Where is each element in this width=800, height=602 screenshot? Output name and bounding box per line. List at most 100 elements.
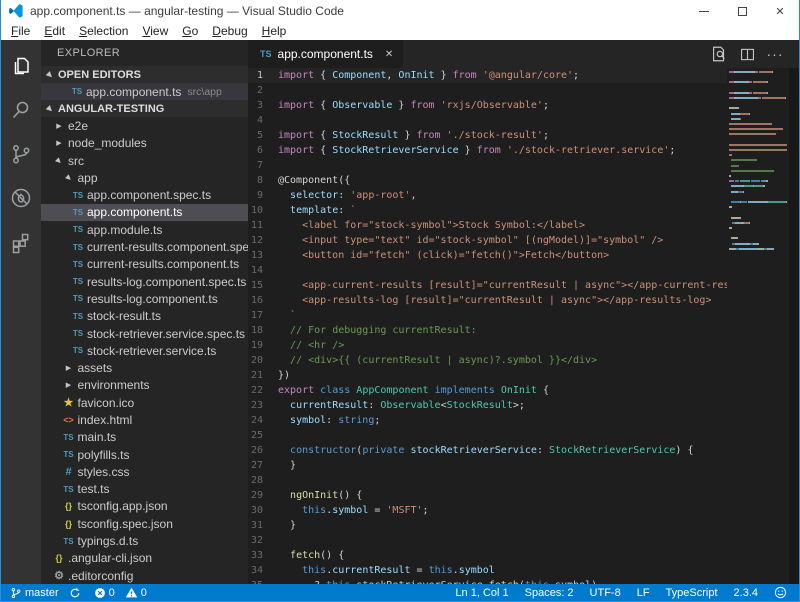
menu-item-selection[interactable]: Selection xyxy=(72,24,135,38)
indentation-setting[interactable]: Spaces: 2 xyxy=(517,587,582,599)
tree-item-app-component-spec-ts[interactable]: TSapp.component.spec.ts xyxy=(41,186,248,203)
code-content[interactable]: 1import { Component, OnInit } from '@ang… xyxy=(248,68,727,584)
code-line-26[interactable]: 26 constructor(private stockRetrieverSer… xyxy=(248,443,727,458)
cursor-position[interactable]: Ln 1, Col 1 xyxy=(447,587,516,599)
git-branch-indicator[interactable]: master xyxy=(1,587,64,599)
code-line-35[interactable]: 35 ? this.stockRetrieverService.fetch(th… xyxy=(248,578,727,584)
tree-item-main-ts[interactable]: TSmain.ts xyxy=(41,429,248,446)
code-line-25[interactable]: 25 xyxy=(248,428,727,443)
tree-folder-src[interactable]: ▶src xyxy=(41,152,248,169)
code-line-12[interactable]: 12 <input type="text" id="stock-symbol" … xyxy=(248,233,727,248)
sync-button[interactable] xyxy=(64,587,89,599)
tree-item-current-results-component-spec-ts[interactable]: TScurrent-results.component.spec.ts xyxy=(41,238,248,255)
code-line-8[interactable]: 8@Component({ xyxy=(248,173,727,188)
code-line-32[interactable]: 32 xyxy=(248,533,727,548)
open-editor-item[interactable]: TS app.component.ts src\app xyxy=(41,83,248,100)
code-line-33[interactable]: 33 fetch() { xyxy=(248,548,727,563)
code-line-17[interactable]: 17 ` xyxy=(248,308,727,323)
search-icon[interactable] xyxy=(1,88,41,132)
tree-folder-e2e[interactable]: ▶e2e xyxy=(41,117,248,134)
code-line-15[interactable]: 15 <app-current-results [result]="curren… xyxy=(248,278,727,293)
debug-icon[interactable] xyxy=(1,176,41,220)
warnings-indicator[interactable]: 0 xyxy=(120,586,152,599)
tree-item-results-log-component-ts[interactable]: TSresults-log.component.ts xyxy=(41,290,248,307)
code-line-24[interactable]: 24 symbol: string; xyxy=(248,413,727,428)
tree-item-editorconfig[interactable]: ⚙.editorconfig xyxy=(41,567,248,584)
source-control-icon[interactable] xyxy=(1,132,41,176)
code-line-4[interactable]: 4 xyxy=(248,113,727,128)
code-line-9[interactable]: 9 selector: 'app-root', xyxy=(248,188,727,203)
tree-item-current-results-component-ts[interactable]: TScurrent-results.component.ts xyxy=(41,256,248,273)
tree-item-angular-cli-json[interactable]: {}.angular-cli.json xyxy=(41,550,248,567)
split-editor-icon[interactable] xyxy=(733,40,761,68)
code-line-27[interactable]: 27 } xyxy=(248,458,727,473)
tree-item-tsconfig-app-json[interactable]: {}tsconfig.app.json xyxy=(41,498,248,515)
code-line-11[interactable]: 11 <label for="stock-symbol">Stock Symbo… xyxy=(248,218,727,233)
tree-item-stock-retriever-service-spec-ts[interactable]: TSstock-retriever.service.spec.ts xyxy=(41,325,248,342)
code-line-34[interactable]: 34 this.currentResult = this.symbol xyxy=(248,563,727,578)
code-line-7[interactable]: 7 xyxy=(248,158,727,173)
tree-folder-app[interactable]: ▶app xyxy=(41,169,248,186)
tree-item-tsconfig-spec-json[interactable]: {}tsconfig.spec.json xyxy=(41,515,248,532)
maximize-button[interactable] xyxy=(723,0,761,22)
tree-item-app-module-ts[interactable]: TSapp.module.ts xyxy=(41,221,248,238)
open-editors-header[interactable]: ▶ OPEN EDITORS xyxy=(41,66,248,83)
menu-item-go[interactable]: Go xyxy=(175,24,205,38)
code-line-3[interactable]: 3import { Observable } from 'rxjs/Observ… xyxy=(248,98,727,113)
code-line-10[interactable]: 10 template: ` xyxy=(248,203,727,218)
project-section-header[interactable]: ▶ ANGULAR-TESTING xyxy=(41,100,248,117)
code-line-23[interactable]: 23 currentResult: Observable<StockResult… xyxy=(248,398,727,413)
code-line-28[interactable]: 28 xyxy=(248,473,727,488)
language-mode[interactable]: TypeScript xyxy=(658,587,726,599)
more-actions-icon[interactable]: ··· xyxy=(761,40,789,68)
tab-app-component-ts[interactable]: TS app.component.ts ✕ xyxy=(248,40,403,68)
code-line-31[interactable]: 31 } xyxy=(248,518,727,533)
tree-folder-assets[interactable]: ▶assets xyxy=(41,359,248,376)
tree-item-styles-css[interactable]: #styles.css xyxy=(41,463,248,480)
tree-item-favicon-ico[interactable]: ★favicon.ico xyxy=(41,394,248,411)
eol-setting[interactable]: LF xyxy=(629,587,658,599)
code-line-30[interactable]: 30 this.symbol = 'MSFT'; xyxy=(248,503,727,518)
feedback-smiley-icon[interactable] xyxy=(766,586,799,599)
tree-item-polyfills-ts[interactable]: TSpolyfills.ts xyxy=(41,446,248,463)
code-line-6[interactable]: 6import { StockRetrieverService } from '… xyxy=(248,143,727,158)
menu-item-edit[interactable]: Edit xyxy=(37,24,72,38)
menu-item-file[interactable]: File xyxy=(4,24,37,38)
tree-folder-environments[interactable]: ▶environments xyxy=(41,377,248,394)
code-line-21[interactable]: 21}) xyxy=(248,368,727,383)
minimize-button[interactable] xyxy=(685,0,723,22)
code-line-14[interactable]: 14 xyxy=(248,263,727,278)
code-line-29[interactable]: 29 ngOnInit() { xyxy=(248,488,727,503)
minimap[interactable] xyxy=(727,68,789,584)
tree-item-typings-d-ts[interactable]: TStypings.d.ts xyxy=(41,532,248,549)
tree-item-app-component-ts[interactable]: TSapp.component.ts xyxy=(41,204,248,221)
tree-item-index-html[interactable]: <>index.html xyxy=(41,411,248,428)
code-line-19[interactable]: 19 // <hr /> xyxy=(248,338,727,353)
editor-scrollbar[interactable] xyxy=(789,68,799,584)
code-line-20[interactable]: 20 // <div>{{ (currentResult | async)?.s… xyxy=(248,353,727,368)
code-editor[interactable]: 1import { Component, OnInit } from '@ang… xyxy=(248,68,799,584)
code-line-5[interactable]: 5import { StockResult } from './stock-re… xyxy=(248,128,727,143)
tree-item-test-ts[interactable]: TStest.ts xyxy=(41,481,248,498)
tree-item-stock-retriever-service-ts[interactable]: TSstock-retriever.service.ts xyxy=(41,342,248,359)
errors-indicator[interactable]: 0 xyxy=(89,587,120,599)
code-line-16[interactable]: 16 <app-results-log [result]="currentRes… xyxy=(248,293,727,308)
tree-item-results-log-component-spec-ts[interactable]: TSresults-log.component.spec.ts xyxy=(41,273,248,290)
menu-item-debug[interactable]: Debug xyxy=(205,24,254,38)
code-line-1[interactable]: 1import { Component, OnInit } from '@ang… xyxy=(248,68,727,83)
close-button[interactable]: ✕ xyxy=(761,0,799,22)
code-line-18[interactable]: 18 // For debugging currentResult: xyxy=(248,323,727,338)
open-changes-icon[interactable] xyxy=(705,40,733,68)
tree-item-stock-result-ts[interactable]: TSstock-result.ts xyxy=(41,308,248,325)
encoding-setting[interactable]: UTF-8 xyxy=(582,587,629,599)
tab-close-icon[interactable]: ✕ xyxy=(385,49,393,60)
code-line-13[interactable]: 13 <button id="fetch" (click)="fetch()">… xyxy=(248,248,727,263)
explorer-icon[interactable] xyxy=(1,44,41,88)
typescript-version[interactable]: 2.3.4 xyxy=(726,587,766,599)
extensions-icon[interactable] xyxy=(1,220,41,264)
tree-folder-node-modules[interactable]: ▶node_modules xyxy=(41,135,248,152)
menu-item-help[interactable]: Help xyxy=(255,24,294,38)
code-line-22[interactable]: 22export class AppComponent implements O… xyxy=(248,383,727,398)
code-line-2[interactable]: 2 xyxy=(248,83,727,98)
menu-item-view[interactable]: View xyxy=(135,24,175,38)
